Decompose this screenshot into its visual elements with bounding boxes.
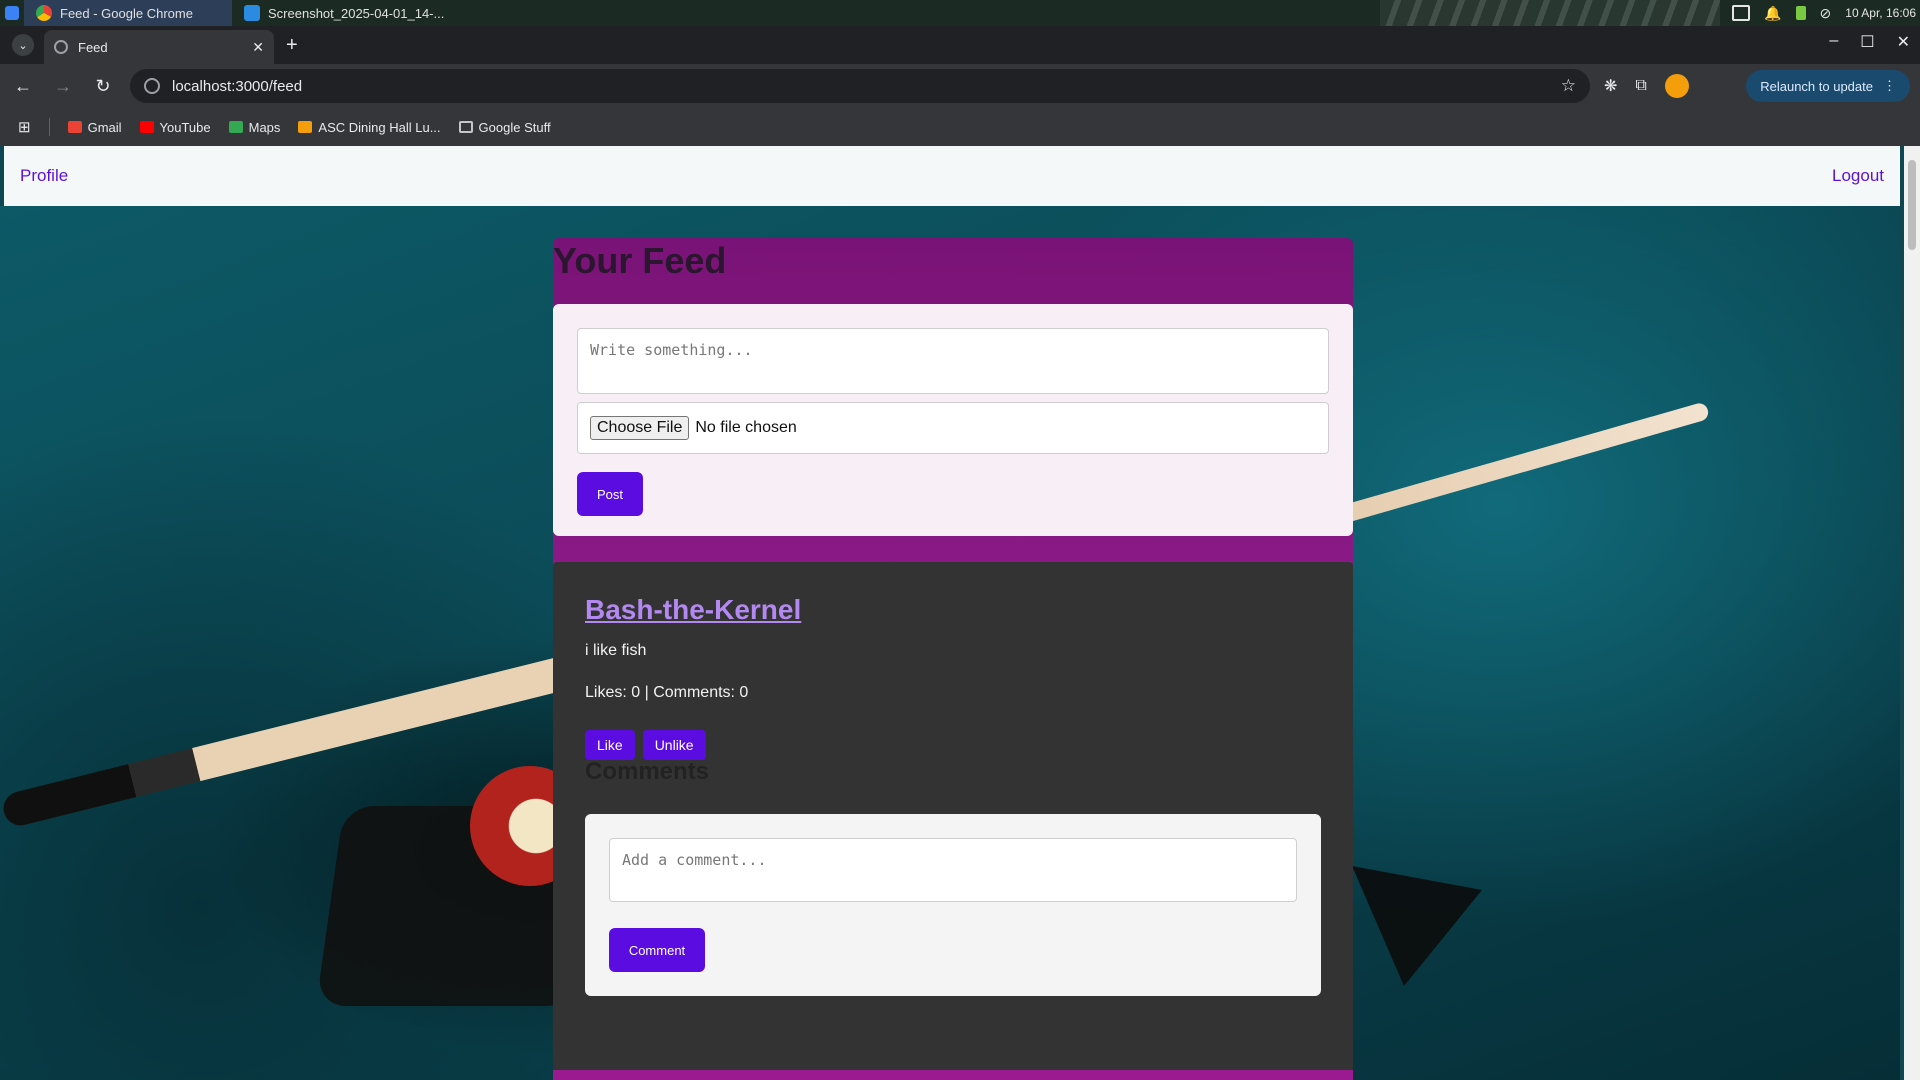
bookmark-label: Google Stuff	[478, 119, 551, 135]
relaunch-to-update-button[interactable]: Relaunch to update ⋮	[1746, 70, 1910, 102]
forward-icon[interactable]: →	[50, 76, 76, 97]
system-tray: 🔔 ⊘ 10 Apr, 16:06	[1732, 0, 1916, 26]
bookmark-star-icon[interactable]: ☆	[1561, 76, 1576, 96]
logout-link[interactable]: Logout	[1832, 166, 1884, 186]
choose-file-button[interactable]: Choose File	[590, 416, 690, 440]
comment-button[interactable]: Comment	[609, 928, 705, 972]
page-title: Your Feed	[553, 240, 727, 281]
bookmark-asc-dining[interactable]: ASC Dining Hall Lu...	[298, 119, 441, 135]
post-button[interactable]: Post	[577, 472, 643, 516]
bookmark-label: ASC Dining Hall Lu...	[318, 119, 441, 135]
reload-icon[interactable]: ↻	[90, 76, 116, 97]
gmail-icon	[67, 121, 82, 133]
post-actions: Like Unlike	[585, 730, 1321, 760]
bookmark-label: YouTube	[159, 119, 211, 135]
youtube-icon	[139, 121, 154, 133]
battery-icon[interactable]	[1795, 6, 1806, 20]
os-taskbar: Feed - Google Chrome Screenshot_2025-04-…	[0, 0, 1920, 26]
cue-stick-right	[1340, 401, 1711, 524]
url-text[interactable]: localhost:3000/feed	[172, 78, 302, 95]
more-menu-icon[interactable]: ⋮	[1883, 78, 1896, 94]
taskbar-task-label: Feed - Google Chrome	[60, 5, 193, 21]
dining-icon	[298, 121, 313, 133]
profile-avatar[interactable]	[1664, 74, 1689, 98]
post-text: i like fish	[585, 642, 647, 659]
tab-search-button[interactable]: ⌄	[12, 34, 34, 56]
globe-icon	[54, 40, 68, 54]
site-navbar: Profile Logout	[4, 146, 1900, 206]
tab-title: Feed	[78, 39, 108, 55]
maps-icon	[228, 121, 243, 133]
address-bar[interactable]: localhost:3000/feed ☆	[130, 69, 1590, 103]
bookmark-youtube[interactable]: YouTube	[139, 119, 211, 135]
post-author-link[interactable]: Bash-the-Kernel	[585, 594, 1321, 626]
relaunch-label: Relaunch to update	[1760, 78, 1873, 94]
like-button[interactable]: Like	[585, 730, 635, 760]
browser-toolbar: ← → ↻ localhost:3000/feed ☆ ❋ ⧉ Relaunch…	[0, 64, 1920, 108]
close-window-icon[interactable]: ✕	[1897, 32, 1910, 52]
mute-icon[interactable]: ⊘	[1820, 5, 1832, 22]
profile-link[interactable]: Profile	[20, 166, 68, 186]
ball-rack-right	[1352, 866, 1482, 986]
site-info-icon[interactable]	[144, 78, 160, 94]
file-status: No file chosen	[695, 419, 797, 436]
clock[interactable]: 10 Apr, 16:06	[1845, 6, 1916, 20]
taskbar-task-label: Screenshot_2025-04-01_14-...	[268, 5, 445, 21]
browser-window: ⌄ Feed ✕ + – ☐ ✕ ← → ↻ localhost:3000/fe…	[0, 26, 1920, 146]
taskbar-wallpaper-pattern	[1380, 0, 1720, 26]
extension-icons: ❋ ⧉	[1604, 74, 1689, 98]
post-stats: Likes: 0 | Comments: 0	[585, 684, 749, 701]
chrome-icon	[36, 5, 52, 21]
comment-form: Add a comment... Comment	[585, 814, 1321, 996]
maximize-icon[interactable]: ☐	[1860, 32, 1874, 52]
start-menu-button[interactable]	[0, 0, 24, 26]
network-icon[interactable]	[1732, 5, 1751, 21]
page-scrollbar[interactable]	[1904, 146, 1920, 1080]
apps-grid-icon[interactable]: ⊞	[18, 118, 31, 136]
close-tab-icon[interactable]: ✕	[252, 39, 264, 56]
vscode-icon	[244, 5, 260, 21]
bookmark-label: Maps	[248, 119, 281, 135]
folder-icon	[458, 121, 473, 133]
window-controls: – ☐ ✕	[1829, 32, 1910, 52]
comment-input[interactable]: Add a comment...	[609, 838, 1297, 902]
notification-bell-icon[interactable]: 🔔	[1764, 5, 1781, 22]
feed-bottom-edge	[553, 1070, 1353, 1080]
post-card: Bash-the-Kernel i like fish Likes: 0 | C…	[553, 562, 1353, 1080]
unlike-button[interactable]: Unlike	[642, 730, 706, 760]
bookmark-maps[interactable]: Maps	[228, 119, 281, 135]
back-icon[interactable]: ←	[10, 76, 36, 97]
minimize-icon[interactable]: –	[1829, 32, 1838, 52]
post-text-input[interactable]: Write something...	[577, 328, 1329, 394]
new-post-form: Write something... Choose File No file c…	[553, 304, 1353, 536]
feed-container: Your Feed Write something... Choose File…	[553, 238, 1353, 1080]
comments-heading: Comments	[585, 758, 710, 785]
browser-tab-feed[interactable]: Feed ✕	[44, 30, 274, 64]
bookmarks-bar: ⊞ Gmail YouTube Maps ASC Dining Hall Lu.…	[0, 108, 1920, 146]
bookmark-label: Gmail	[87, 119, 122, 135]
bookmark-google-stuff[interactable]: Google Stuff	[458, 119, 551, 135]
extension-icon[interactable]: ❋	[1604, 76, 1617, 96]
taskbar-task-vscode[interactable]: Screenshot_2025-04-01_14-...	[232, 0, 456, 26]
bookmarks-separator	[48, 118, 50, 136]
page-viewport: Profile Logout Your Feed Write something…	[0, 146, 1920, 1080]
launcher-icon	[5, 6, 19, 20]
bookmark-gmail[interactable]: Gmail	[67, 119, 122, 135]
tab-strip: ⌄ Feed ✕ + – ☐ ✕	[0, 26, 1920, 64]
file-upload-field: Choose File No file chosen	[577, 402, 1329, 454]
scrollbar-thumb[interactable]	[1908, 160, 1916, 250]
taskbar-task-chrome[interactable]: Feed - Google Chrome	[24, 0, 232, 26]
extensions-puzzle-icon[interactable]: ⧉	[1635, 77, 1646, 95]
new-tab-button[interactable]: +	[286, 34, 298, 57]
